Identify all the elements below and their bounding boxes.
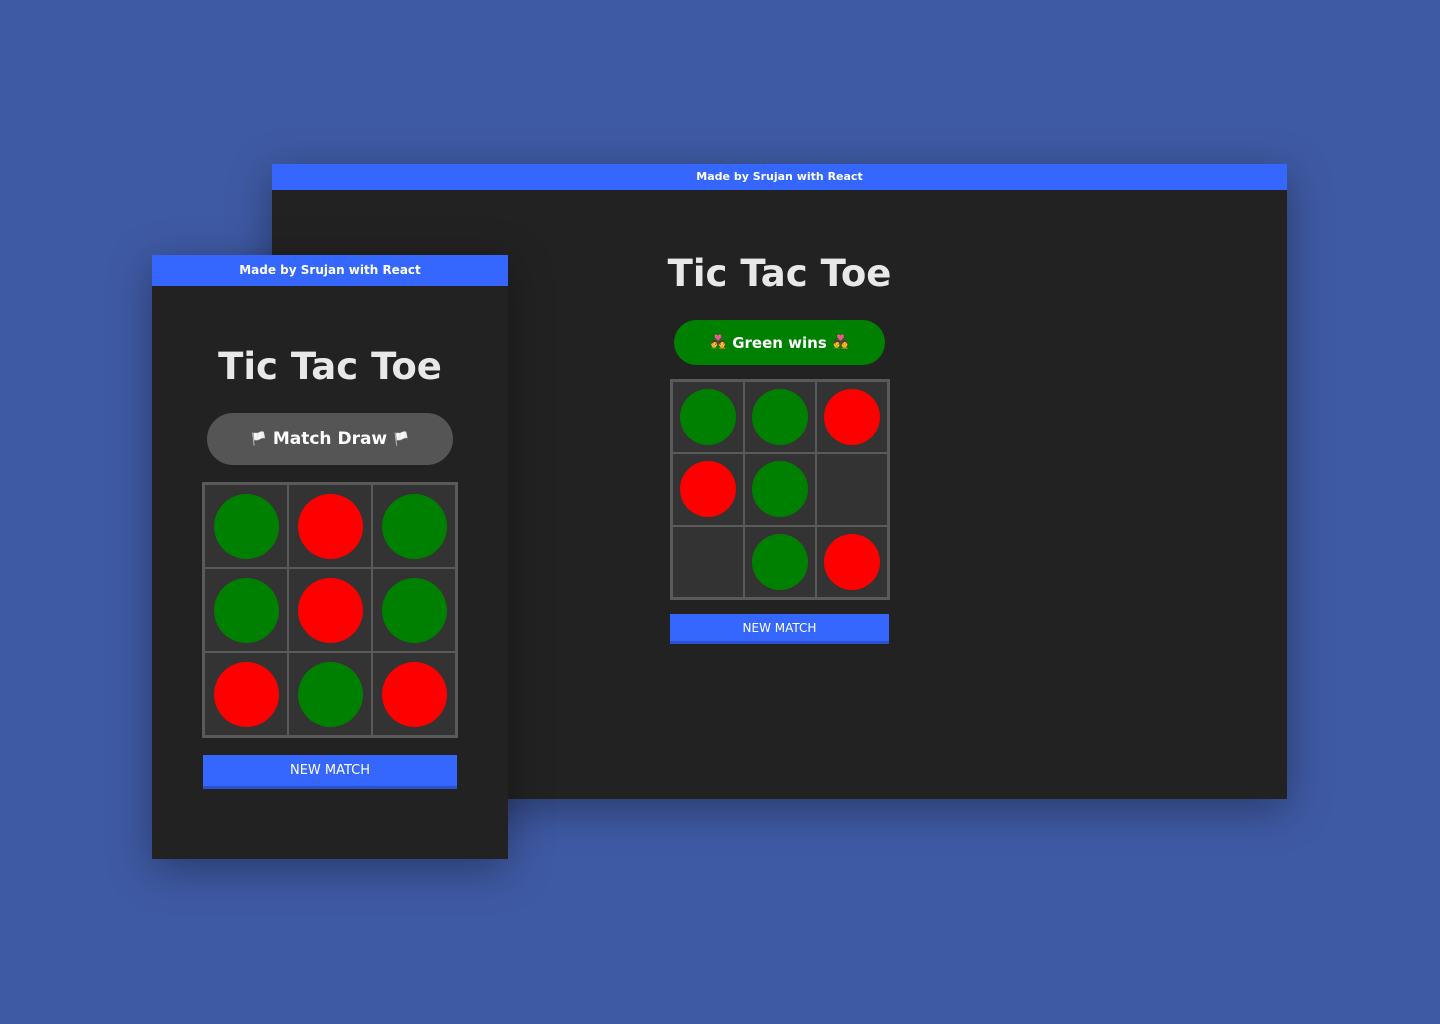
board-cell[interactable] [816,525,888,598]
status-text: Match Draw [272,429,388,449]
red-disc [824,533,880,590]
new-match-button[interactable]: NEW MATCH [670,614,889,644]
green-disc [680,389,736,446]
green-disc [213,493,279,559]
white-flag-icon: 🏳️ [393,431,410,447]
board-cell[interactable] [372,484,456,568]
green-disc [213,577,279,643]
couple-icon: 💑 [832,335,849,350]
status-badge: 🏳️ Match Draw 🏳️ [207,413,453,465]
green-disc [297,661,363,727]
red-disc [297,577,363,643]
board-cell[interactable] [204,652,288,736]
couple-icon: 💑 [710,335,727,350]
status-badge: 💑 Green wins 💑 [674,320,885,365]
board-cell[interactable] [816,453,888,526]
game-board [670,379,890,600]
white-flag-icon: 🏳️ [250,431,267,447]
board-cell[interactable] [672,381,744,454]
game-board [202,482,458,738]
board-cell[interactable] [288,652,372,736]
green-disc [752,461,808,518]
board-cell[interactable] [816,381,888,454]
board-cell[interactable] [744,381,816,454]
board-cell[interactable] [204,484,288,568]
board-cell[interactable] [672,525,744,598]
green-disc [381,577,447,643]
top-banner: Made by Srujan with React [152,255,508,286]
board-cell[interactable] [672,453,744,526]
board-cell[interactable] [204,568,288,652]
empty-slot [824,461,880,517]
red-disc [824,389,880,446]
page-title: Tic Tac Toe [218,345,442,388]
red-disc [297,493,363,559]
red-disc [213,661,279,727]
green-disc [752,389,808,446]
top-banner: Made by Srujan with React [272,164,1287,190]
mobile-window: Made by Srujan with React Tic Tac Toe 🏳️… [152,255,508,859]
green-disc [381,493,447,559]
board-cell[interactable] [744,453,816,526]
green-disc [752,533,808,590]
new-match-button[interactable]: NEW MATCH [203,755,457,789]
empty-slot [680,534,736,590]
red-disc [381,661,447,727]
red-disc [680,461,736,518]
board-cell[interactable] [744,525,816,598]
board-cell[interactable] [372,568,456,652]
board-cell[interactable] [288,484,372,568]
board-cell[interactable] [372,652,456,736]
board-cell[interactable] [288,568,372,652]
status-text: Green wins [732,333,827,352]
